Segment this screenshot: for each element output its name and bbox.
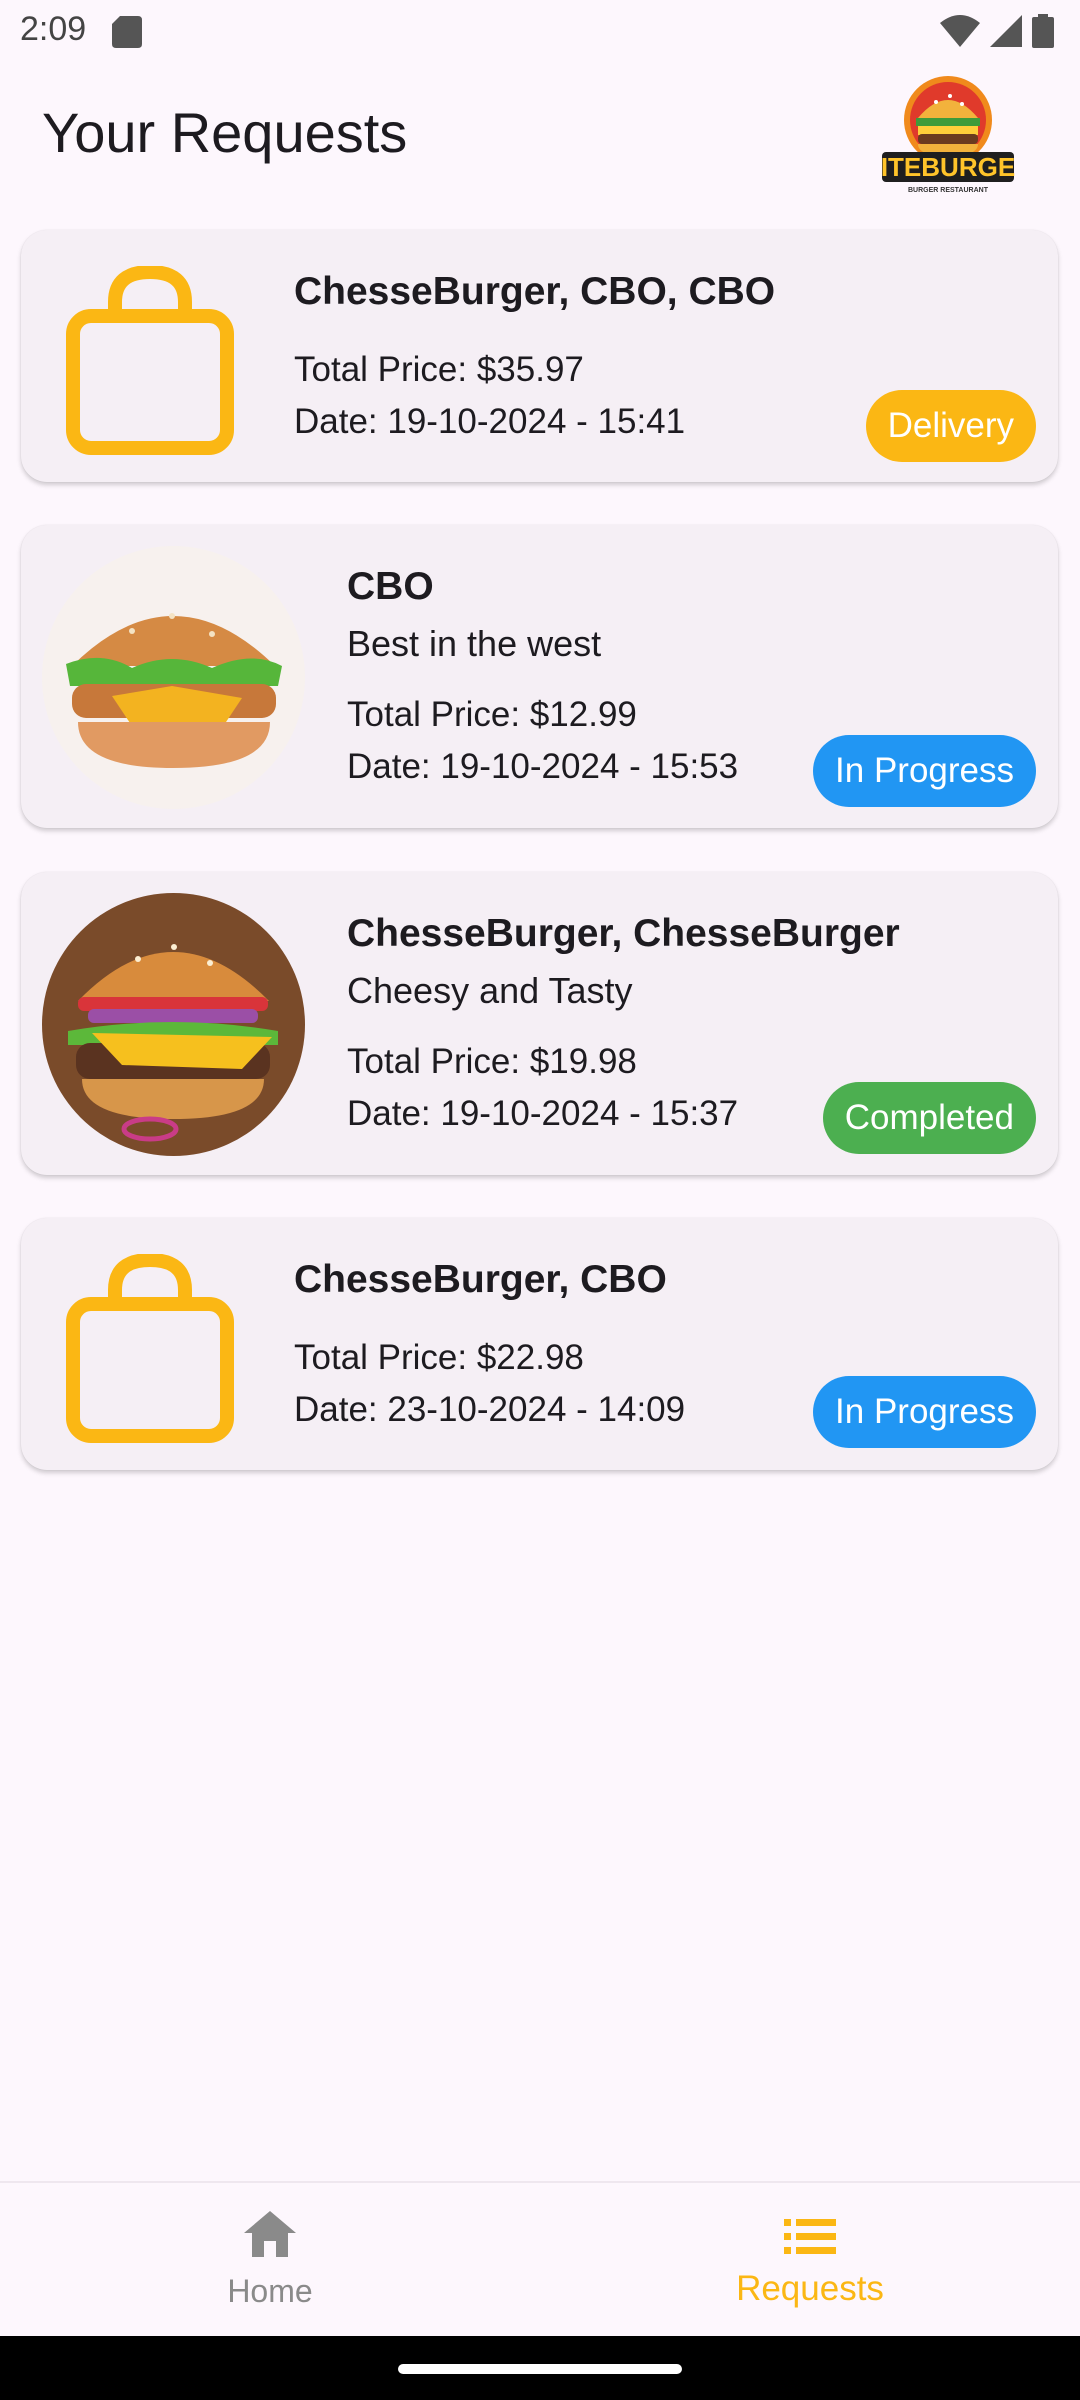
status-badge: In Progress xyxy=(813,735,1036,807)
order-total-price: Total Price: $22.98 xyxy=(294,1338,584,1377)
order-subtitle: Cheesy and Tasty xyxy=(347,970,633,1011)
order-title: ChesseBurger, CBO xyxy=(294,1258,667,1301)
order-total-price: Total Price: $35.97 xyxy=(294,350,584,389)
battery-icon xyxy=(1032,14,1054,48)
status-badge: Delivery xyxy=(865,390,1036,462)
status-badge: Completed xyxy=(822,1082,1036,1154)
order-title: ChesseBurger, CBO, CBO xyxy=(294,270,776,313)
status-time: 2:09 xyxy=(20,10,87,48)
cell-signal-icon xyxy=(990,15,1022,47)
gesture-handle[interactable] xyxy=(398,2364,682,2374)
chicken-burger-image xyxy=(42,546,305,809)
cheeseburger-image xyxy=(42,893,305,1156)
order-title: ChesseBurger, ChesseBurger xyxy=(347,912,900,955)
status-badge: In Progress xyxy=(813,1376,1036,1448)
bag-icon xyxy=(66,266,234,455)
home-icon xyxy=(244,2211,296,2257)
page-title: Your Requests xyxy=(42,101,408,164)
biteburger-logo: BITEBURGER BURGER RESTAURANT xyxy=(880,76,1016,194)
nav-item-home[interactable]: Home xyxy=(0,2183,540,2338)
bottom-navigation: Home Requests xyxy=(0,2181,1080,2338)
order-card[interactable]: ChesseBurger, ChesseBurger Cheesy and Ta… xyxy=(21,872,1058,1175)
order-date: Date: 19-10-2024 - 15:53 xyxy=(347,747,739,786)
wifi-icon xyxy=(940,15,980,47)
nav-item-requests[interactable]: Requests xyxy=(540,2183,1080,2338)
sd-card-icon xyxy=(112,16,142,48)
order-date: Date: 19-10-2024 - 15:37 xyxy=(347,1094,739,1133)
order-card[interactable]: ChesseBurger, CBO, CBO Total Price: $35.… xyxy=(21,230,1058,482)
svg-text:BITEBURGER: BITEBURGER xyxy=(880,152,1016,182)
order-total-price: Total Price: $19.98 xyxy=(347,1042,637,1081)
svg-text:BURGER RESTAURANT: BURGER RESTAURANT xyxy=(908,187,989,194)
order-total-price: Total Price: $12.99 xyxy=(347,695,637,734)
order-subtitle: Best in the west xyxy=(347,623,602,664)
list-icon xyxy=(784,2219,836,2254)
order-card[interactable]: CBO Best in the west Total Price: $12.99… xyxy=(21,525,1058,828)
bag-icon xyxy=(66,1254,234,1443)
system-gesture-bar xyxy=(0,2336,1080,2400)
status-bar: 2:09 xyxy=(0,0,1080,64)
order-card[interactable]: ChesseBurger, CBO Total Price: $22.98 Da… xyxy=(21,1218,1058,1470)
order-title: CBO xyxy=(347,565,434,608)
order-date: Date: 23-10-2024 - 14:09 xyxy=(294,1390,686,1429)
order-date: Date: 19-10-2024 - 15:41 xyxy=(294,402,686,441)
nav-label-requests: Requests xyxy=(736,2269,884,2308)
nav-label-home: Home xyxy=(227,2273,313,2309)
